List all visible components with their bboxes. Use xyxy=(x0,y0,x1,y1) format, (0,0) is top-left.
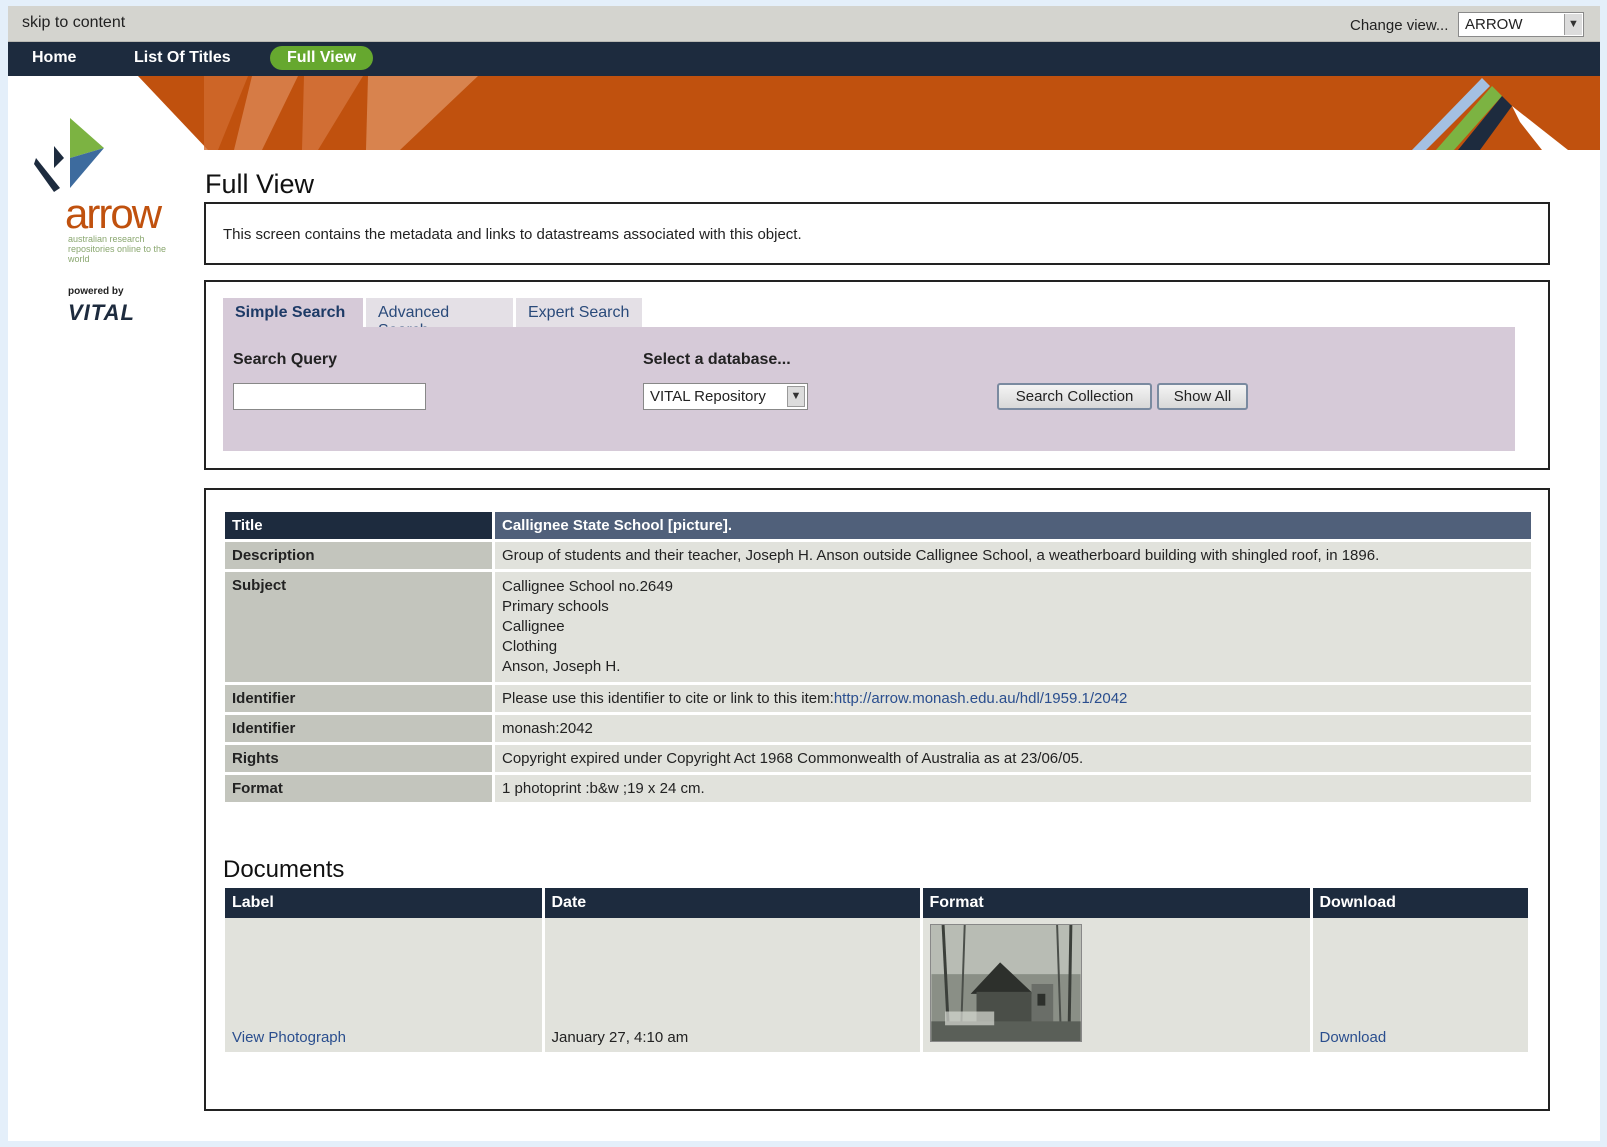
database-select[interactable]: VITAL Repository ▼ xyxy=(643,383,808,410)
table-row: View Photograph January 27, 4:10 am Down… xyxy=(225,918,1531,1052)
change-view-label: Change view... xyxy=(1350,17,1449,34)
search-panel: Simple Search Advanced Search Expert Sea… xyxy=(204,280,1550,470)
column-header-download: Download xyxy=(1311,888,1531,918)
header-banner xyxy=(8,76,1600,150)
database-label: Select a database... xyxy=(643,351,791,368)
logo-wordmark: arrow xyxy=(65,190,162,237)
format-value: 1 photoprint :b&w ;19 x 24 cm. xyxy=(495,775,1531,802)
nav-full-view[interactable]: Full View xyxy=(270,46,374,70)
main-nav: Home List Of Titles Full View xyxy=(8,42,1600,76)
subject-item: Callignee School no.2649 xyxy=(502,578,673,595)
identifier-value: Please use this identifier to cite or li… xyxy=(495,685,1531,712)
view-select-value: ARROW xyxy=(1465,16,1523,33)
label-cell: View Photograph xyxy=(225,918,545,1052)
table-row: Format 1 photoprint :b&w ;19 x 24 cm. xyxy=(225,775,1531,802)
documents-table: Label Date Format Download View Photogra… xyxy=(225,888,1531,1052)
tab-simple-search[interactable]: Simple Search xyxy=(223,298,363,327)
arrow-logo-mark xyxy=(34,118,104,192)
photo-thumbnail[interactable] xyxy=(929,924,1082,1042)
download-cell: Download xyxy=(1311,918,1531,1052)
table-row: Description Group of students and their … xyxy=(225,542,1531,569)
subject-value: Callignee School no.2649 Primary schools… xyxy=(495,572,1531,682)
rights-key: Rights xyxy=(225,745,495,772)
arrow-logo: arrow australian research repositories o… xyxy=(34,118,184,333)
banner-graphic xyxy=(138,76,1600,150)
table-row: Identifier monash:2042 xyxy=(225,715,1531,742)
tab-advanced-search[interactable]: Advanced Search xyxy=(366,298,513,339)
show-all-button[interactable]: Show All xyxy=(1157,383,1248,410)
database-select-value: VITAL Repository xyxy=(650,388,766,405)
column-header-label: Label xyxy=(225,888,545,918)
intro-text: This screen contains the metadata and li… xyxy=(223,226,802,243)
search-query-input[interactable] xyxy=(233,383,426,410)
metadata-table: Title Callignee State School [picture]. … xyxy=(225,509,1531,805)
column-header-format: Format xyxy=(921,888,1313,918)
title-value: Callignee State School [picture]. xyxy=(495,512,1531,539)
subject-key: Subject xyxy=(225,572,495,682)
subject-item: Clothing xyxy=(502,638,558,655)
table-row: Subject Callignee School no.2649 Primary… xyxy=(225,572,1531,682)
logo-tagline: australian research repositories online … xyxy=(68,234,167,264)
subject-item: Callignee xyxy=(502,618,565,635)
identifier-prefix: Please use this identifier to cite or li… xyxy=(502,690,834,707)
table-row: Title Callignee State School [picture]. xyxy=(225,512,1531,539)
nav-list-of-titles[interactable]: List Of Titles xyxy=(134,49,231,67)
format-cell xyxy=(921,918,1313,1052)
format-key: Format xyxy=(225,775,495,802)
identifier-key: Identifier xyxy=(225,715,495,742)
rights-value: Copyright expired under Copyright Act 19… xyxy=(495,745,1531,772)
tab-expert-search[interactable]: Expert Search xyxy=(516,298,642,327)
description-key: Description xyxy=(225,542,495,569)
identifier-value: monash:2042 xyxy=(495,715,1531,742)
view-photograph-link[interactable]: View Photograph xyxy=(232,1029,346,1046)
search-query-label: Search Query xyxy=(233,351,338,368)
date-cell: January 27, 4:10 am xyxy=(543,918,923,1052)
table-row: Rights Copyright expired under Copyright… xyxy=(225,745,1531,772)
download-link[interactable]: Download xyxy=(1320,1029,1387,1046)
chevron-down-icon[interactable]: ▼ xyxy=(787,386,805,407)
title-key: Title xyxy=(225,512,495,539)
table-header-row: Label Date Format Download xyxy=(225,888,1531,918)
nav-home[interactable]: Home xyxy=(32,49,76,67)
subject-item: Primary schools xyxy=(502,598,609,615)
skip-to-content-link[interactable]: skip to content xyxy=(22,14,125,32)
intro-panel: This screen contains the metadata and li… xyxy=(204,202,1550,265)
chevron-down-icon[interactable]: ▼ xyxy=(1564,14,1582,35)
identifier-link[interactable]: http://arrow.monash.edu.au/hdl/1959.1/20… xyxy=(834,690,1128,707)
search-collection-button[interactable]: Search Collection xyxy=(997,383,1152,410)
powered-by-label: powered by xyxy=(68,286,124,297)
page: skip to content Change view... ARROW ▼ H… xyxy=(8,6,1600,1141)
vital-logo: VITAL xyxy=(68,300,135,325)
simple-search-form: Search Query Select a database... VITAL … xyxy=(223,327,1515,451)
page-title: Full View xyxy=(205,169,315,199)
identifier-key: Identifier xyxy=(225,685,495,712)
documents-title: Documents xyxy=(223,856,345,883)
description-value: Group of students and their teacher, Jos… xyxy=(495,542,1531,569)
column-header-date: Date xyxy=(543,888,923,918)
table-row: Identifier Please use this identifier to… xyxy=(225,685,1531,712)
subject-item: Anson, Joseph H. xyxy=(502,658,621,675)
record-panel: Title Callignee State School [picture]. … xyxy=(204,488,1550,1111)
view-select[interactable]: ARROW ▼ xyxy=(1458,12,1584,37)
top-utility-bar: skip to content Change view... ARROW ▼ xyxy=(8,6,1600,42)
